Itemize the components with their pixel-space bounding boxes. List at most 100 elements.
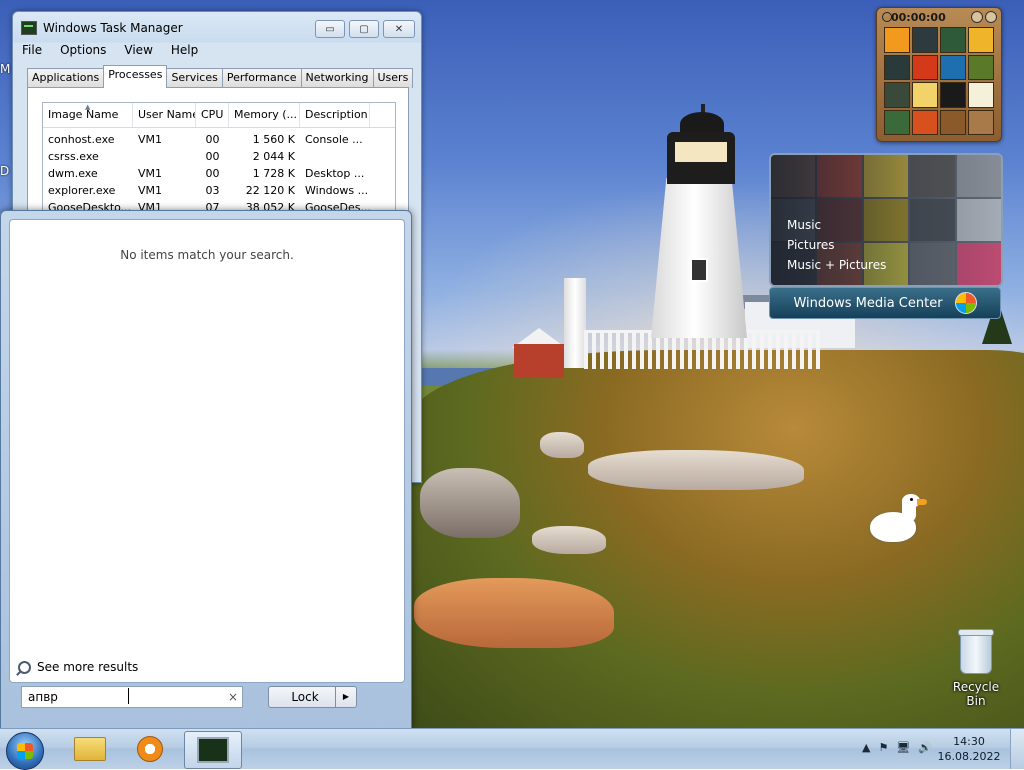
puzzle-tile[interactable] [968,82,994,108]
column-header-memory[interactable]: Memory (... [229,103,300,127]
goose-beak [917,499,927,505]
column-header-description[interactable]: Description [300,103,370,127]
small-tower [564,278,586,368]
cell-cpu: 00 [205,150,220,163]
see-more-results-label: See more results [37,660,139,674]
table-row[interactable]: dwm.exe VM1 00 1 728 K Desktop ... [43,165,395,182]
window-title: Windows Task Manager [43,21,183,35]
maximize-button[interactable]: ▢ [349,20,379,38]
folder-icon [74,737,106,761]
table-header: ▲ Image Name User Name CPU Memory (... De… [43,103,395,128]
tab-services[interactable]: Services [166,68,223,88]
title-bar[interactable]: Windows Task Manager [21,18,183,38]
puzzle-tile[interactable] [912,54,938,80]
red-house [514,344,564,378]
column-header-image-name[interactable]: ▲ Image Name [43,103,133,127]
tab-networking[interactable]: Networking [300,68,374,88]
table-row[interactable]: explorer.exe VM1 03 22 120 K Windows ... [43,182,395,199]
action-center-icon[interactable]: ⚑ [878,741,888,754]
recycle-bin[interactable]: Recycle Bin [944,629,1008,708]
column-label: Image Name [48,108,119,121]
search-icon [18,660,31,674]
puzzle-tile[interactable] [884,82,910,108]
show-desktop-button[interactable] [1010,729,1024,769]
puzzle-tile[interactable] [940,82,966,108]
cell-cpu: 00 [205,133,220,146]
menu-view[interactable]: View [115,42,161,60]
puzzle-tile[interactable] [940,27,966,53]
puzzle-grid[interactable] [884,27,994,135]
puzzle-tile[interactable] [884,109,910,135]
media-center-launch-button[interactable]: Windows Media Center [769,287,1001,319]
start-button[interactable] [6,732,44,770]
close-button[interactable]: ✕ [383,20,415,38]
puzzle-tile[interactable] [940,109,966,135]
column-header-user-name[interactable]: User Name [133,103,196,127]
taskbar: ▲ ⚑ 🖥 🔊 14:30 16.08.2022 [0,728,1024,770]
taskbar-task-manager[interactable] [184,731,242,769]
tab-users[interactable]: Users [372,68,414,88]
puzzle-tile[interactable] [912,109,938,135]
lock-button[interactable]: Lock [268,686,342,708]
puzzle-tile[interactable] [884,27,910,53]
start-search-box[interactable]: × [21,686,243,708]
recycle-bin-label: Recycle Bin [952,680,1000,708]
cell-cpu: 03 [205,184,220,197]
puzzle-options-button[interactable] [985,11,997,23]
cell-description: Console ... [305,133,363,146]
cell-image-name: explorer.exe [48,184,116,197]
show-hidden-icons-icon[interactable]: ▲ [862,741,870,754]
media-item-music-pictures[interactable]: Music + Pictures [787,258,886,272]
tab-performance[interactable]: Performance [221,68,302,88]
picture-puzzle-gadget[interactable]: 00:00:00 [876,7,1002,142]
menu-help[interactable]: Help [162,42,207,60]
cell-description [300,148,370,165]
puzzle-tile[interactable] [968,109,994,135]
puzzle-tile[interactable] [968,54,994,80]
puzzle-tile[interactable] [912,27,938,53]
column-header-cpu[interactable]: CPU [196,103,229,127]
cell-image-name: csrss.exe [48,150,99,163]
task-manager-icon [21,21,37,35]
media-center-brand: Windows Media Center [793,295,943,311]
clock[interactable]: 14:30 16.08.2022 [936,734,1002,764]
network-icon[interactable]: 🖥 [896,741,910,754]
windows-logo-icon [954,292,977,314]
task-manager-icon [197,737,229,763]
desktop-icon-label-fragment: M [0,62,11,76]
menu-options[interactable]: Options [51,42,115,60]
puzzle-timer: 00:00:00 [891,11,946,24]
table-row[interactable]: conhost.exe VM1 00 1 560 K Console ... [43,131,395,148]
puzzle-help-button[interactable] [971,11,983,23]
search-input[interactable] [22,689,224,705]
tab-processes[interactable]: Processes [103,65,168,88]
clear-search-icon[interactable]: × [224,690,242,704]
minimize-button[interactable]: ▭ [315,20,345,38]
cell-image-name: conhost.exe [48,133,115,146]
volume-icon[interactable]: 🔊 [918,741,932,754]
media-center-gadget[interactable]: Music Pictures Music + Pictures [769,153,1003,287]
tab-applications[interactable]: Applications [27,68,105,88]
taskbar-explorer[interactable] [62,731,118,767]
media-item-pictures[interactable]: Pictures [787,238,835,252]
grass-hill [410,350,1024,728]
menu-bar: File Options View Help [13,42,421,60]
puzzle-tile[interactable] [968,27,994,53]
taskbar-media-player[interactable] [122,731,178,767]
cell-memory: 1 560 K [252,133,295,146]
puzzle-tile[interactable] [912,82,938,108]
lighthouse-glass [675,142,727,162]
table-row[interactable]: csrss.exe 00 2 044 K [43,148,395,165]
media-item-music[interactable]: Music [787,218,821,232]
see-more-results-link[interactable]: See more results [18,660,138,674]
rock [540,432,584,458]
puzzle-tile[interactable] [940,54,966,80]
desktop-icon-label-fragment: D [0,164,10,178]
rock [532,526,606,554]
system-tray: ▲ ⚑ 🖥 🔊 [862,741,932,754]
tab-strip: Applications Processes Services Performa… [27,65,414,88]
menu-file[interactable]: File [13,42,51,60]
shutdown-options-arrow[interactable]: ▶ [335,686,357,708]
puzzle-tile[interactable] [884,54,910,80]
start-menu[interactable]: No items match your search. See more res… [0,210,412,730]
